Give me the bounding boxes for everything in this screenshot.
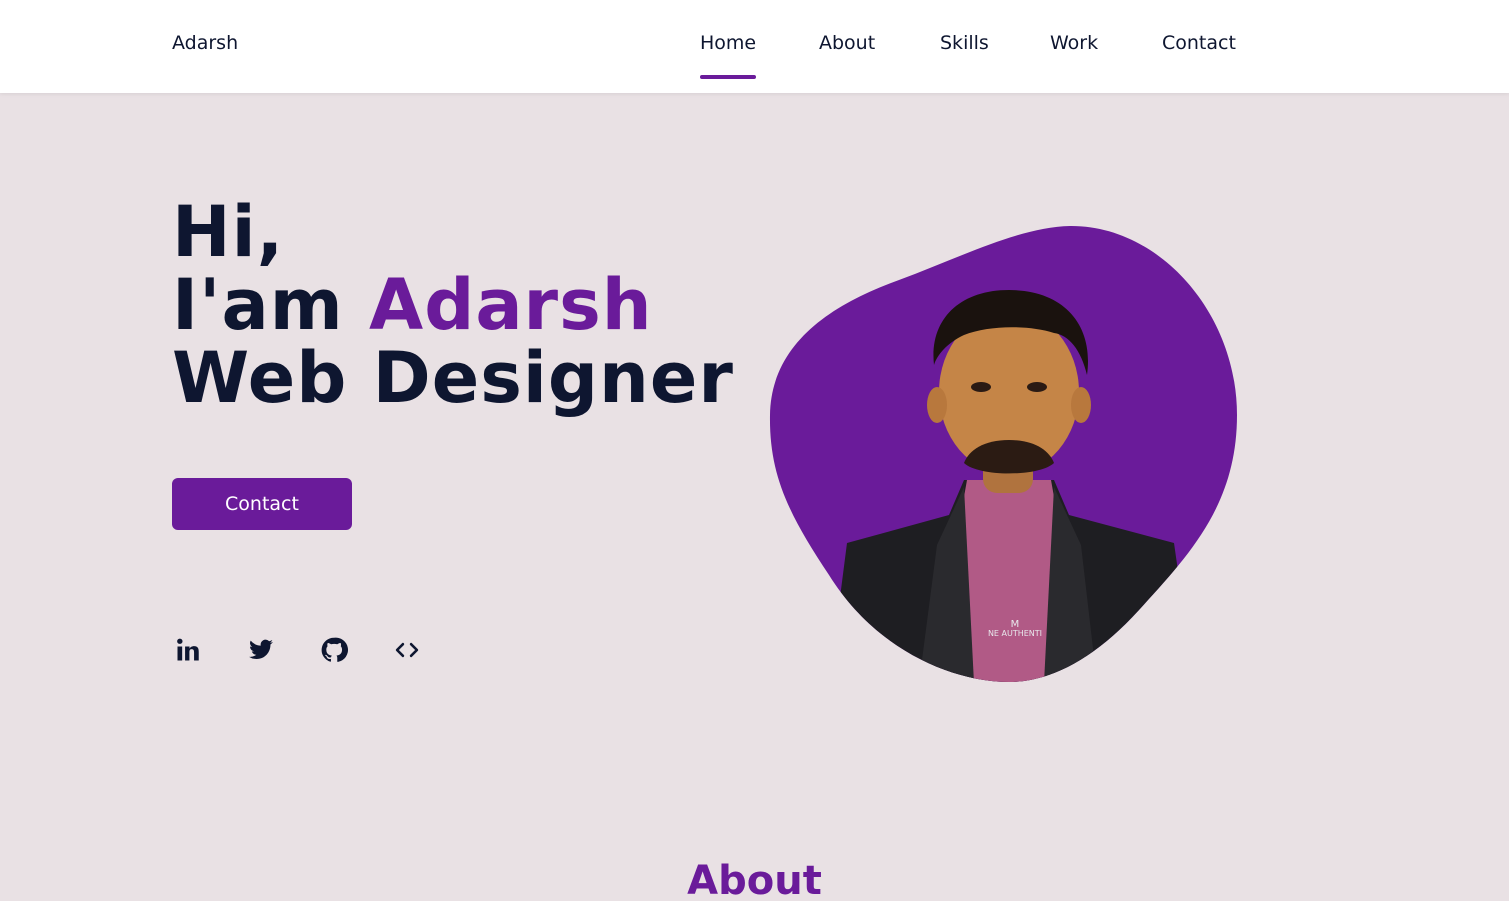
profile-portrait: M NE AUTHENTI bbox=[769, 225, 1238, 683]
code-icon bbox=[395, 642, 419, 658]
nav-skills[interactable]: Skills bbox=[940, 32, 989, 54]
shirt-print-sub: NE AUTHENTI bbox=[988, 629, 1042, 638]
profile-image: M NE AUTHENTI bbox=[769, 225, 1239, 683]
nav-contact[interactable]: Contact bbox=[1162, 32, 1236, 54]
github-icon bbox=[321, 637, 348, 662]
hero-role: Web Designer bbox=[172, 337, 734, 419]
code-link[interactable] bbox=[391, 634, 423, 666]
linkedin-icon bbox=[177, 638, 199, 661]
hero-greeting: Hi, bbox=[172, 191, 285, 273]
main-nav: Home About Skills Work Contact bbox=[0, 0, 1509, 93]
nav-about[interactable]: About bbox=[819, 32, 875, 54]
github-link[interactable] bbox=[318, 634, 350, 666]
contact-button[interactable]: Contact bbox=[172, 478, 352, 530]
twitter-link[interactable] bbox=[245, 634, 277, 666]
twitter-icon bbox=[249, 639, 273, 659]
linkedin-link[interactable] bbox=[172, 634, 204, 666]
about-section-title: About bbox=[687, 858, 822, 901]
hero-intro-prefix: I'am bbox=[172, 264, 370, 346]
nav-work[interactable]: Work bbox=[1050, 32, 1098, 54]
site-header: Adarsh Home About Skills Work Contact bbox=[0, 0, 1509, 93]
hero-intro: I'am Adarsh bbox=[172, 269, 734, 342]
hero-title: Hi, I'am Adarsh Web Designer bbox=[172, 196, 734, 415]
nav-home[interactable]: Home bbox=[700, 32, 757, 79]
hero-name: Adarsh bbox=[369, 264, 653, 346]
